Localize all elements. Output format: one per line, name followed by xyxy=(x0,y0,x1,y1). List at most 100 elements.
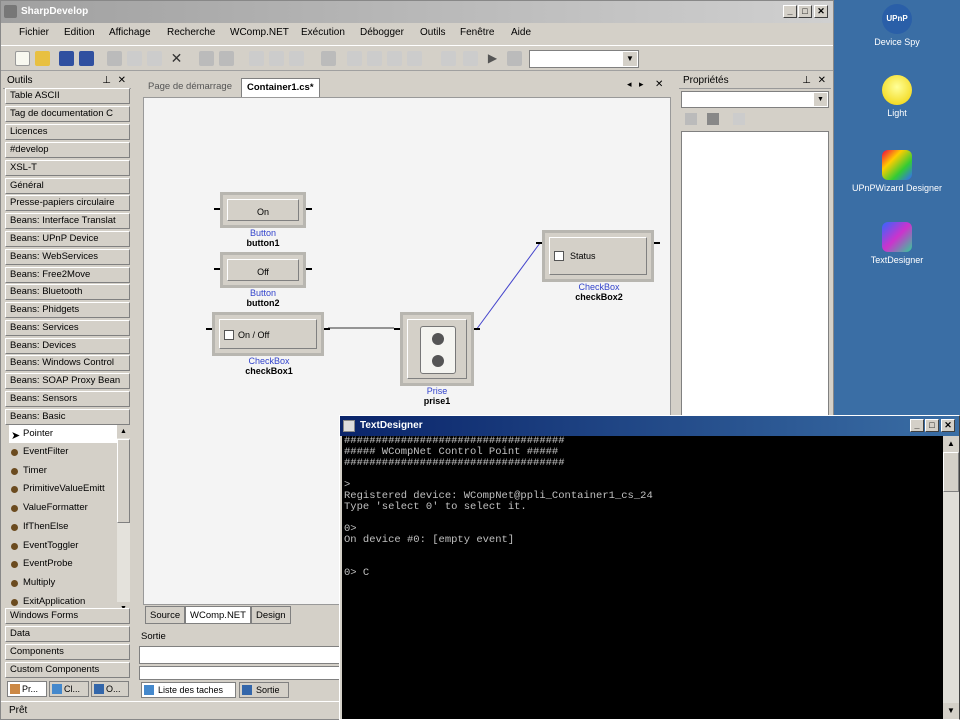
bookmark-prev-icon[interactable] xyxy=(367,51,382,66)
tool-item[interactable]: IfThenElse xyxy=(9,518,68,536)
tool-item[interactable]: ValueFormatter xyxy=(9,499,88,517)
tab-projects[interactable]: Pr... xyxy=(7,681,47,697)
console-output[interactable]: ################################### #####… xyxy=(342,436,943,719)
configuration-select[interactable]: ▼ xyxy=(529,50,639,68)
tab-start-page[interactable]: Page de démarrage xyxy=(143,78,237,97)
tool-item[interactable]: Multiply xyxy=(9,574,55,592)
tab-task-list[interactable]: Liste des taches xyxy=(141,682,236,698)
save-icon[interactable] xyxy=(59,51,74,66)
tool-item-pointer[interactable]: ➤ Pointer xyxy=(9,425,119,443)
tool-category[interactable]: Custom Components xyxy=(5,662,130,678)
console-title-bar[interactable]: TextDesigner _ □ ✕ xyxy=(340,416,959,436)
output-port[interactable] xyxy=(306,268,312,270)
property-grid[interactable] xyxy=(681,131,829,416)
input-port[interactable] xyxy=(214,268,220,270)
tool-category[interactable]: Général xyxy=(5,178,130,194)
alphabetical-icon[interactable] xyxy=(707,113,719,125)
close-button[interactable]: ✕ xyxy=(814,5,828,18)
prise1-component[interactable] xyxy=(400,312,474,386)
tool-category[interactable]: Beans: Free2Move xyxy=(5,267,130,283)
menu-execution[interactable]: Exécution xyxy=(301,27,345,38)
input-port[interactable] xyxy=(394,328,400,330)
console-minimize-button[interactable]: _ xyxy=(910,419,924,432)
save-all-icon[interactable] xyxy=(79,51,94,66)
tool-category[interactable]: Table ASCII xyxy=(5,88,130,104)
new-file-icon[interactable] xyxy=(15,51,30,66)
toggle-comment-icon[interactable] xyxy=(321,51,336,66)
bookmark-next-icon[interactable] xyxy=(387,51,402,66)
console-maximize-button[interactable]: □ xyxy=(925,419,939,432)
scrollbar-thumb[interactable] xyxy=(943,452,959,492)
delete-icon[interactable]: ✕ xyxy=(169,51,184,66)
tool-category[interactable]: Beans: Interface Translat xyxy=(5,213,130,229)
tool-item[interactable]: EventProbe xyxy=(9,555,73,573)
find-icon[interactable] xyxy=(249,51,264,66)
bookmark-clear-icon[interactable] xyxy=(407,51,422,66)
maximize-button[interactable]: □ xyxy=(798,5,812,18)
desktop-icon-textdesigner[interactable]: TextDesigner xyxy=(834,222,960,265)
tab-scroll-left-icon[interactable]: ◂ xyxy=(627,79,632,90)
console-close-button[interactable]: ✕ xyxy=(941,419,955,432)
desktop-icon-light[interactable]: Light xyxy=(834,75,960,118)
tab-classes[interactable]: Cl... xyxy=(49,681,89,697)
tool-item[interactable]: EventFilter xyxy=(9,443,68,461)
tab-source[interactable]: Source xyxy=(145,606,186,624)
rebuild-icon[interactable] xyxy=(463,51,478,66)
tool-item[interactable]: PrimitiveValueEmitt xyxy=(9,480,105,498)
redo-icon[interactable] xyxy=(219,51,234,66)
console-scrollbar[interactable]: ▲ ▼ xyxy=(943,436,959,719)
close-tab-icon[interactable]: ✕ xyxy=(655,79,663,90)
tool-category[interactable]: Licences xyxy=(5,124,130,140)
cut-icon[interactable] xyxy=(107,51,122,66)
copy-icon[interactable] xyxy=(127,51,142,66)
tool-category[interactable]: Beans: Bluetooth xyxy=(5,284,130,300)
tool-category[interactable]: Beans: Services xyxy=(5,320,130,336)
minimize-button[interactable]: _ xyxy=(783,5,797,18)
input-port[interactable] xyxy=(214,208,220,210)
scroll-up-icon[interactable]: ▲ xyxy=(117,425,130,438)
categorized-icon[interactable] xyxy=(685,113,697,125)
output-text[interactable] xyxy=(139,666,342,680)
undo-icon[interactable] xyxy=(199,51,214,66)
output-port[interactable] xyxy=(324,328,330,330)
tab-design[interactable]: Design xyxy=(251,606,291,624)
tool-category-active[interactable]: Beans: Basic xyxy=(5,409,130,425)
bookmark-icon[interactable] xyxy=(347,51,362,66)
replace-icon[interactable] xyxy=(269,51,284,66)
input-port[interactable] xyxy=(536,242,542,244)
tool-category[interactable]: Beans: UPnP Device xyxy=(5,231,130,247)
button2-component[interactable]: Off xyxy=(220,252,306,288)
output-port[interactable] xyxy=(654,242,660,244)
desktop-icon-device-spy[interactable]: UPnP Device Spy xyxy=(834,4,960,47)
property-pages-icon[interactable] xyxy=(733,113,745,125)
stop-icon[interactable] xyxy=(507,51,522,66)
desktop-icon-upnp-wizard[interactable]: UPnPWizard Designer xyxy=(834,150,960,193)
open-folder-icon[interactable] xyxy=(35,51,50,66)
tool-category[interactable]: #develop xyxy=(5,142,130,158)
scroll-down-icon[interactable]: ▼ xyxy=(943,703,959,719)
tab-output[interactable]: Sortie xyxy=(239,682,289,698)
tool-category[interactable]: Components xyxy=(5,644,130,660)
output-port[interactable] xyxy=(474,328,480,330)
menu-fichier[interactable]: Fichier xyxy=(19,27,49,38)
menu-edition[interactable]: Edition xyxy=(64,27,95,38)
scroll-up-icon[interactable]: ▲ xyxy=(943,436,959,452)
title-bar[interactable]: SharpDevelop _ □ ✕ xyxy=(1,1,833,23)
menu-recherche[interactable]: Recherche xyxy=(167,27,215,38)
object-select[interactable]: ▼ xyxy=(681,91,829,108)
tool-item[interactable]: Timer xyxy=(9,462,47,480)
scrollbar-thumb[interactable] xyxy=(117,439,130,523)
pin-icon[interactable]: ⊥ xyxy=(102,73,111,88)
menu-aide[interactable]: Aide xyxy=(511,27,531,38)
tool-category[interactable]: XSL-T xyxy=(5,160,130,176)
checkbox1-component[interactable]: On / Off xyxy=(212,312,324,356)
menu-affichage[interactable]: Affichage xyxy=(109,27,151,38)
tool-list-scrollbar[interactable]: ▲ ▼ xyxy=(117,425,130,615)
tab-scroll-right-icon[interactable]: ▸ xyxy=(639,79,644,90)
tool-category[interactable]: Beans: SOAP Proxy Bean xyxy=(5,373,130,389)
tool-category[interactable]: Beans: WebServices xyxy=(5,249,130,265)
tool-category[interactable]: Beans: Sensors xyxy=(5,391,130,407)
close-icon[interactable]: ✕ xyxy=(118,73,126,88)
tool-item[interactable]: EventToggler xyxy=(9,537,78,555)
tool-category[interactable]: Data xyxy=(5,626,130,642)
